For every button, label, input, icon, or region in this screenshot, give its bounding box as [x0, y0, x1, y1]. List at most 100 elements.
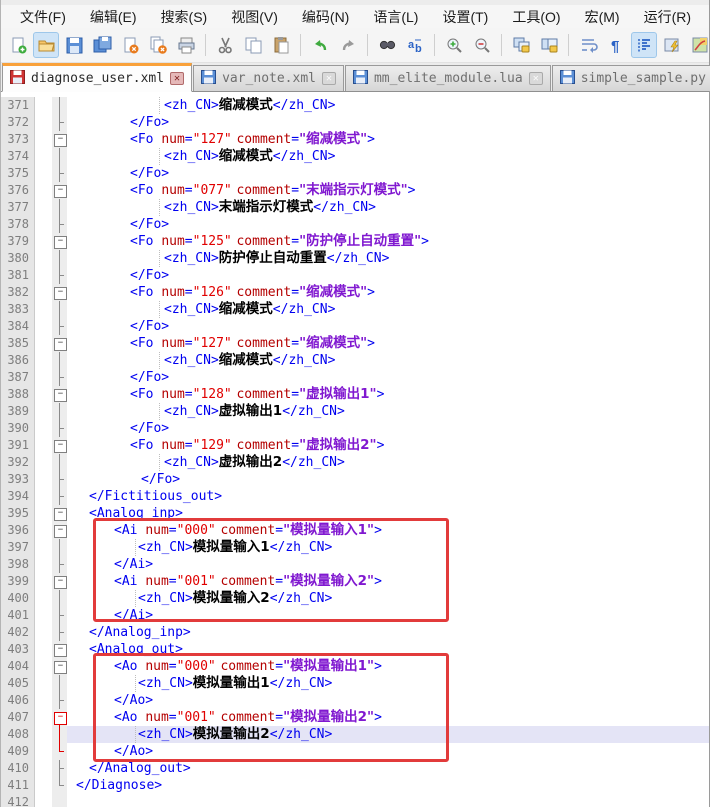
fold-collapse-icon[interactable] [52, 233, 67, 250]
paste-icon[interactable] [268, 32, 294, 58]
code-line-401[interactable]: 401</Ai> [1, 607, 709, 624]
code-line-387[interactable]: 387</Fo> [1, 369, 709, 386]
code-line-396[interactable]: 396<Ai num="000" comment="模拟量输入1"> [1, 522, 709, 539]
code-line-398[interactable]: 398</Ai> [1, 556, 709, 573]
bookmark-margin[interactable] [35, 114, 52, 131]
bookmark-margin[interactable] [35, 675, 52, 692]
code-editor[interactable]: 371<zh_CN>缩减模式</zh_CN>372</Fo>373<Fo num… [1, 92, 709, 807]
code-line-372[interactable]: 372</Fo> [1, 114, 709, 131]
fold-collapse-icon[interactable] [52, 658, 67, 675]
bookmark-margin[interactable] [35, 573, 52, 590]
code-line-378[interactable]: 378</Fo> [1, 216, 709, 233]
code-line-410[interactable]: 410</Analog_out> [1, 760, 709, 777]
code-line-392[interactable]: 392<zh_CN>虚拟输出2</zh_CN> [1, 454, 709, 471]
find-icon[interactable] [374, 32, 400, 58]
menu-item-宏[interactable]: 宏(M) [574, 5, 631, 28]
bookmark-margin[interactable] [35, 454, 52, 471]
bookmark-margin[interactable] [35, 352, 52, 369]
code-line-377[interactable]: 377<zh_CN>末端指示灯模式</zh_CN> [1, 199, 709, 216]
bookmark-margin[interactable] [35, 777, 52, 794]
code-line-399[interactable]: 399<Ai num="001" comment="模拟量输入2"> [1, 573, 709, 590]
fold-collapse-icon[interactable] [52, 709, 67, 726]
bookmark-margin[interactable] [35, 420, 52, 437]
bookmark-margin[interactable] [35, 301, 52, 318]
menu-item-编码[interactable]: 编码(N) [291, 5, 360, 28]
replace-icon[interactable]: ab [402, 32, 428, 58]
tab-close-icon[interactable]: ✕ [322, 72, 336, 85]
bookmark-margin[interactable] [35, 216, 52, 233]
fold-collapse-icon[interactable] [52, 505, 67, 522]
save-all-icon[interactable] [89, 32, 115, 58]
menu-item-搜索[interactable]: 搜索(S) [150, 5, 219, 28]
bookmark-margin[interactable] [35, 403, 52, 420]
bookmark-margin[interactable] [35, 488, 52, 505]
bookmark-margin[interactable] [35, 556, 52, 573]
bookmark-margin[interactable] [35, 165, 52, 182]
menu-item-视图[interactable]: 视图(V) [220, 5, 289, 28]
code-line-407[interactable]: 407<Ao num="001" comment="模拟量输出2"> [1, 709, 709, 726]
bookmark-margin[interactable] [35, 590, 52, 607]
tab-simple_sample.py[interactable]: simple_sample.py✕ [552, 65, 710, 91]
function-list-icon[interactable] [659, 32, 685, 58]
menu-item-编辑[interactable]: 编辑(E) [79, 5, 148, 28]
tab-close-icon[interactable]: ✕ [529, 72, 543, 85]
tab-mm_elite_module.lua[interactable]: mm_elite_module.lua✕ [345, 65, 551, 91]
word-wrap-icon[interactable] [575, 32, 601, 58]
code-line-384[interactable]: 384</Fo> [1, 318, 709, 335]
bookmark-margin[interactable] [35, 794, 52, 807]
code-line-393[interactable]: 393</Fo> [1, 471, 709, 488]
code-line-409[interactable]: 409</Ao> [1, 743, 709, 760]
bookmark-margin[interactable] [35, 369, 52, 386]
bookmark-margin[interactable] [35, 233, 52, 250]
code-line-380[interactable]: 380<zh_CN>防护停止自动重置</zh_CN> [1, 250, 709, 267]
sync-vertical-icon[interactable] [508, 32, 534, 58]
bookmark-margin[interactable] [35, 505, 52, 522]
menu-item-插件[interactable]: 插件(P) [704, 5, 709, 28]
tab-var_note.xml[interactable]: var_note.xml✕ [193, 65, 344, 91]
bookmark-margin[interactable] [35, 692, 52, 709]
fold-collapse-icon[interactable] [52, 641, 67, 658]
fold-collapse-icon[interactable] [52, 284, 67, 301]
undo-icon[interactable] [307, 32, 333, 58]
code-line-381[interactable]: 381</Fo> [1, 267, 709, 284]
fold-collapse-icon[interactable] [52, 573, 67, 590]
open-file-icon[interactable] [33, 32, 59, 58]
code-line-395[interactable]: 395<Analog_inp> [1, 505, 709, 522]
new-file-icon[interactable] [5, 32, 31, 58]
tab-diagnose_user.xml[interactable]: diagnose_user.xml✕ [2, 63, 192, 92]
menu-item-语言[interactable]: 语言(L) [362, 5, 429, 28]
code-line-391[interactable]: 391<Fo num="129" comment="虚拟输出2"> [1, 437, 709, 454]
document-map-icon[interactable] [687, 32, 709, 58]
code-line-405[interactable]: 405<zh_CN>模拟量输出1</zh_CN> [1, 675, 709, 692]
bookmark-margin[interactable] [35, 267, 52, 284]
zoom-out-icon[interactable] [469, 32, 495, 58]
show-symbols-icon[interactable]: ¶ [603, 32, 629, 58]
menu-item-文件[interactable]: 文件(F) [9, 5, 77, 28]
bookmark-margin[interactable] [35, 386, 52, 403]
fold-collapse-icon[interactable] [52, 335, 67, 352]
fold-collapse-icon[interactable] [52, 522, 67, 539]
fold-collapse-icon[interactable] [52, 182, 67, 199]
redo-icon[interactable] [335, 32, 361, 58]
bookmark-margin[interactable] [35, 658, 52, 675]
menu-item-工具[interactable]: 工具(O) [501, 5, 571, 28]
bookmark-margin[interactable] [35, 148, 52, 165]
code-line-397[interactable]: 397<zh_CN>模拟量输入1</zh_CN> [1, 539, 709, 556]
bookmark-margin[interactable] [35, 624, 52, 641]
tab-close-icon[interactable]: ✕ [170, 72, 184, 85]
code-line-386[interactable]: 386<zh_CN>缩减模式</zh_CN> [1, 352, 709, 369]
code-line-411[interactable]: 411</Diagnose> [1, 777, 709, 794]
code-line-406[interactable]: 406</Ao> [1, 692, 709, 709]
close-icon[interactable] [117, 32, 143, 58]
code-line-400[interactable]: 400<zh_CN>模拟量输入2</zh_CN> [1, 590, 709, 607]
close-all-icon[interactable] [145, 32, 171, 58]
bookmark-margin[interactable] [35, 318, 52, 335]
fold-collapse-icon[interactable] [52, 131, 67, 148]
cut-icon[interactable] [212, 32, 238, 58]
bookmark-margin[interactable] [35, 131, 52, 148]
print-icon[interactable] [173, 32, 199, 58]
bookmark-margin[interactable] [35, 437, 52, 454]
bookmark-margin[interactable] [35, 760, 52, 777]
bookmark-margin[interactable] [35, 709, 52, 726]
code-line-390[interactable]: 390</Fo> [1, 420, 709, 437]
